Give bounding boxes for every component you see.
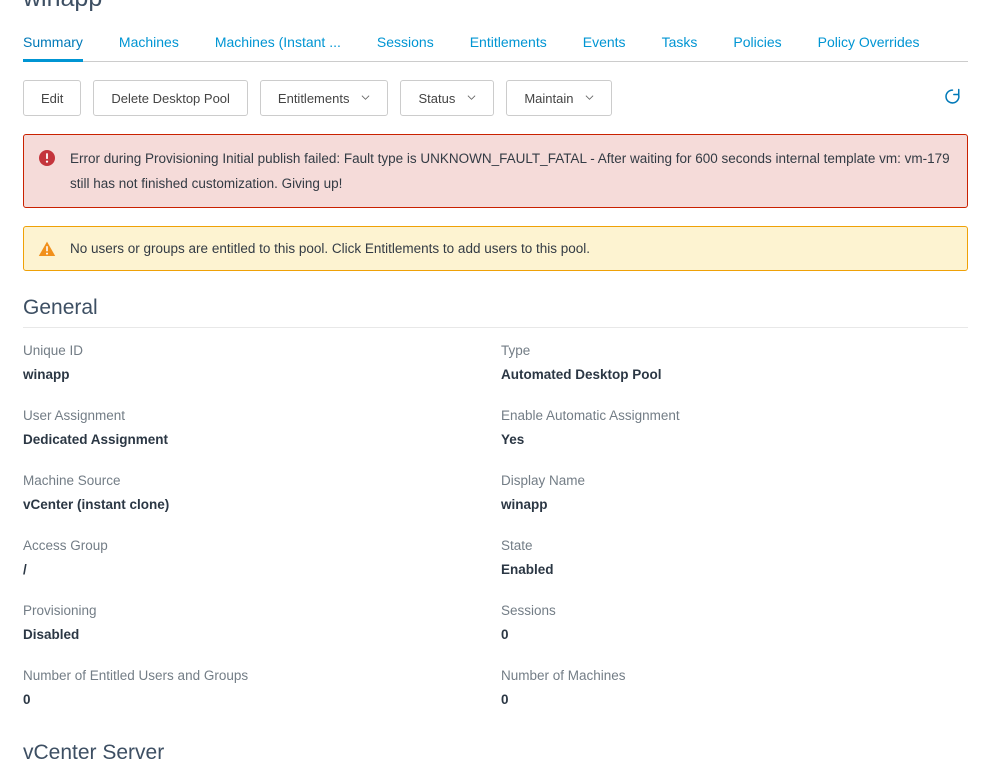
field-number-of-entitled-users-and-groups: Number of Entitled Users and Groups 0: [23, 665, 501, 711]
field-unique-id: Unique ID winapp: [23, 340, 501, 386]
error-alert: Error during Provisioning Initial publis…: [23, 134, 968, 208]
tab-policy-overrides[interactable]: Policy Overrides: [818, 34, 920, 61]
warning-alert-text: No users or groups are entitled to this …: [70, 241, 591, 256]
field-value: Yes: [501, 432, 525, 447]
field-value: winapp: [23, 367, 70, 382]
general-fields-grid: Unique ID winapp Type Automated Desktop …: [23, 340, 968, 730]
field-value: /: [23, 562, 27, 577]
field-value: 0: [501, 692, 509, 707]
vcenter-server-section-title: vCenter Server: [23, 740, 968, 768]
status-dropdown-label: Status: [418, 90, 456, 106]
tab-events[interactable]: Events: [583, 34, 626, 61]
maintain-dropdown-label: Maintain: [524, 90, 574, 106]
field-user-assignment: User Assignment Dedicated Assignment: [23, 405, 501, 451]
field-machine-source: Machine Source vCenter (instant clone): [23, 470, 501, 516]
field-number-of-machines: Number of Machines 0: [501, 665, 968, 711]
field-provisioning: Provisioning Disabled: [23, 600, 501, 646]
field-enable-automatic-assignment: Enable Automatic Assignment Yes: [501, 405, 968, 451]
chevron-down-icon: [467, 93, 476, 102]
edit-button[interactable]: Edit: [23, 80, 82, 116]
field-label: Sessions: [501, 603, 556, 618]
general-section-title: General: [23, 295, 968, 328]
field-label: Number of Machines: [501, 668, 626, 683]
chevron-down-icon: [585, 93, 594, 102]
chevron-down-icon: [361, 93, 370, 102]
field-type: Type Automated Desktop Pool: [501, 340, 968, 386]
field-label: Machine Source: [23, 473, 121, 488]
field-value: Automated Desktop Pool: [501, 367, 662, 382]
field-label: Provisioning: [23, 603, 97, 618]
field-value: vCenter (instant clone): [23, 497, 170, 512]
tab-machines[interactable]: Machines: [119, 34, 179, 61]
field-value: Dedicated Assignment: [23, 432, 169, 447]
field-label: Display Name: [501, 473, 586, 488]
field-access-group: Access Group /: [23, 535, 501, 581]
field-display-name: Display Name winapp: [501, 470, 968, 516]
tab-sessions[interactable]: Sessions: [377, 34, 434, 61]
maintain-dropdown-button[interactable]: Maintain: [506, 80, 613, 116]
field-value: 0: [501, 627, 509, 642]
field-label: Access Group: [23, 538, 108, 553]
page-title: winapp: [23, 0, 968, 12]
tab-tasks[interactable]: Tasks: [662, 34, 698, 61]
field-sessions: Sessions 0: [501, 600, 968, 646]
field-value: winapp: [501, 497, 548, 512]
field-value: Disabled: [23, 627, 80, 642]
tab-machines-instant-clone[interactable]: Machines (Instant ...: [215, 34, 341, 61]
field-label: Number of Entitled Users and Groups: [23, 668, 249, 683]
warning-triangle-icon: [38, 240, 56, 258]
tab-policies[interactable]: Policies: [733, 34, 781, 61]
refresh-button[interactable]: [938, 84, 966, 112]
error-circle-icon: [38, 149, 56, 167]
warning-alert: No users or groups are entitled to this …: [23, 226, 968, 271]
desktop-pool-summary-page: winapp Summary Machines Machines (Instan…: [0, 0, 991, 764]
field-label: Unique ID: [23, 343, 84, 358]
tab-navigation: Summary Machines Machines (Instant ... S…: [23, 20, 968, 62]
field-label: Enable Automatic Assignment: [501, 408, 680, 423]
entitlements-dropdown-label: Entitlements: [277, 90, 350, 106]
error-alert-text: Error during Provisioning Initial publis…: [70, 151, 950, 191]
tab-summary[interactable]: Summary: [23, 34, 83, 62]
delete-desktop-pool-button[interactable]: Delete Desktop Pool: [93, 80, 248, 116]
refresh-icon: [944, 88, 961, 108]
entitlements-dropdown-button[interactable]: Entitlements: [259, 80, 389, 116]
field-label: Type: [501, 343, 531, 358]
action-toolbar: Edit Delete Desktop Pool Entitlements St…: [23, 80, 968, 116]
status-dropdown-button[interactable]: Status: [400, 80, 495, 116]
field-value: Enabled: [501, 562, 554, 577]
field-value: 0: [23, 692, 31, 707]
field-state: State Enabled: [501, 535, 968, 581]
tab-entitlements[interactable]: Entitlements: [470, 34, 547, 61]
field-label: User Assignment: [23, 408, 126, 423]
field-label: State: [501, 538, 533, 553]
